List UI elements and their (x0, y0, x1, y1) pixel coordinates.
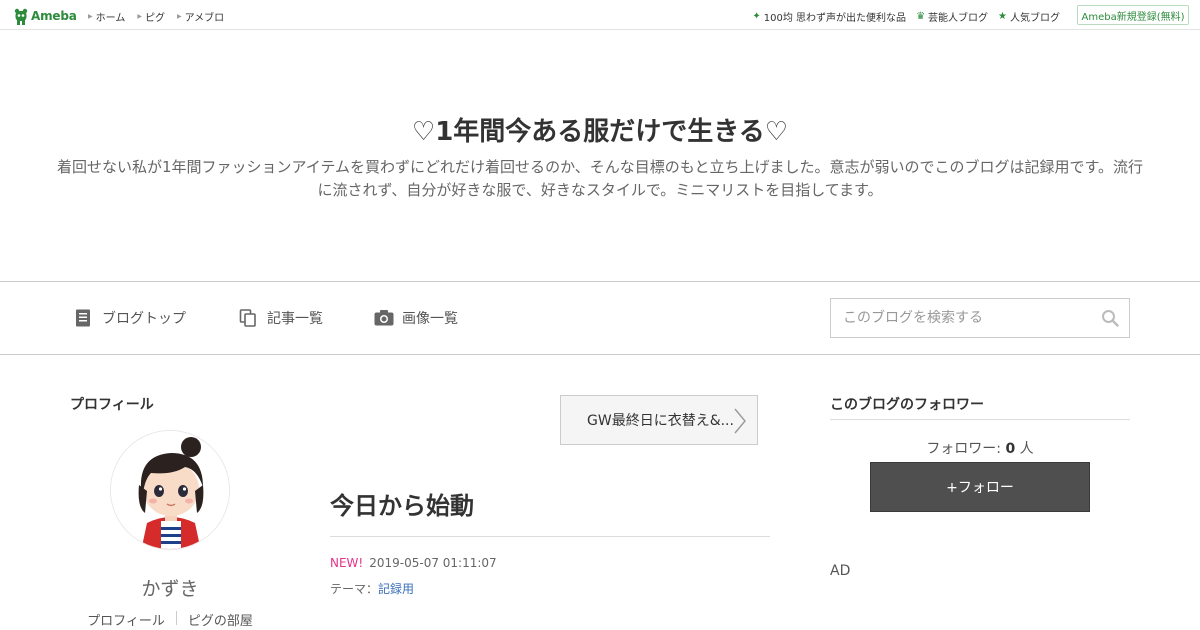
pigg-room-link[interactable]: ピグの部屋 (188, 610, 253, 629)
blog-search-input[interactable] (831, 299, 1091, 337)
theme-prefix: テーマ： (330, 582, 379, 596)
global-nav-label: ピグ (144, 13, 165, 24)
profile-link[interactable]: プロフィール (87, 610, 165, 629)
triangle-right-icon: ▶ (176, 13, 182, 20)
new-badge: NEW! (330, 556, 364, 570)
next-entry-button[interactable]: GW最終日に衣替え&... (560, 395, 758, 445)
nav-image-list[interactable]: 画像一覧 (374, 308, 458, 328)
follower-count-suffix: 人 (1015, 441, 1034, 457)
divider (830, 419, 1130, 420)
avatar[interactable] (110, 430, 230, 550)
ameba-logo[interactable]: Ameba (14, 7, 77, 25)
global-nav-label: アメブロ (184, 13, 225, 24)
blog-search-box (830, 298, 1130, 338)
theme-link[interactable]: 記録用 (378, 582, 414, 596)
featured-link-label: 芸能人ブログ (928, 13, 989, 24)
followers-section-title: このブログのフォロワー (830, 397, 984, 413)
nav-label: 画像一覧 (402, 311, 458, 327)
global-nav-label: ホーム (95, 13, 126, 24)
nav-label: ブログトップ (102, 311, 186, 327)
logo-text: Ameba (31, 9, 77, 23)
nav-label: 記事一覧 (267, 311, 323, 327)
featured-link-label: 100均 思わず声が出た便利な品 (763, 13, 907, 24)
featured-link-celebrity-blog[interactable]: ♛ 芸能人ブログ (916, 9, 988, 24)
featured-link-label: 人気ブログ (1010, 13, 1060, 24)
blog-description: 着回せない私が1年間ファッションアイテムを買わずにどれだけ着回せるのか、そんな目… (57, 158, 1143, 199)
ad-label: AD (830, 563, 851, 579)
featured-links: ✦ 100均 思わず声が出た便利な品 ♛ 芸能人ブログ ★ 人気ブログ (742, 9, 1060, 24)
triangle-right-icon: ▶ (137, 13, 142, 20)
blog-title[interactable]: ♡1年間今ある服だけで生きる♡ (0, 111, 1200, 148)
global-nav-ameblo[interactable]: ▶ アメブロ (177, 9, 224, 24)
next-entry-label: GW最終日に衣替え&... (587, 413, 734, 429)
entry-title[interactable]: 今日から始動 (330, 486, 474, 521)
blog-header: ♡1年間今ある服だけで生きる♡ 着回せない私が1年間ファッションアイテムを買わず… (0, 30, 1200, 282)
profile-section-title: プロフィール (70, 397, 154, 413)
entry-datetime: 2019-05-07 01:11:07 (369, 556, 497, 570)
crown-icon: ♛ (916, 11, 926, 22)
follower-count-value: 0 (1005, 441, 1016, 457)
entry-theme: テーマ：記録用 (330, 580, 414, 597)
star-icon: ★ (998, 11, 1007, 22)
camera-icon (374, 309, 394, 327)
divider (175, 611, 177, 625)
register-button[interactable]: Ameba新規登録(無料) (1077, 5, 1189, 25)
triangle-right-icon: ▶ (88, 13, 93, 20)
entry-meta: NEW! 2019-05-07 01:11:07 (330, 556, 497, 570)
document-icon (74, 309, 92, 327)
featured-link-100yen[interactable]: ✦ 100均 思わず声が出た便利な品 (752, 9, 906, 24)
chevron-right-icon (733, 408, 747, 434)
featured-link-popular-blog[interactable]: ★ 人気ブログ (998, 9, 1060, 24)
blog-nav: ブログトップ 記事一覧 画像一覧 (0, 282, 1200, 355)
ameba-header: Ameba ▶ ホーム ▶ ピグ ▶ アメブロ ✦ 100均 思わず声が出た便利な品 ♛… (0, 0, 1200, 30)
global-nav-pigg[interactable]: ▶ ピグ (137, 9, 165, 24)
profile-links: プロフィール ピグの部屋 (70, 610, 270, 629)
sparkle-icon: ✦ (752, 11, 761, 22)
search-icon[interactable] (1101, 309, 1119, 327)
nav-blog-top[interactable]: ブログトップ (74, 308, 186, 328)
copy-pages-icon (239, 309, 257, 327)
divider (330, 536, 770, 537)
nickname[interactable]: かずき (70, 574, 270, 601)
global-nav-home[interactable]: ▶ ホーム (88, 9, 125, 24)
ameba-mascot-icon (14, 8, 28, 25)
follower-count-prefix: フォロワー: (926, 441, 1006, 457)
follow-button[interactable]: +フォロー (870, 462, 1090, 512)
global-nav: ▶ ホーム ▶ ピグ ▶ アメブロ (88, 9, 236, 24)
nav-entry-list[interactable]: 記事一覧 (239, 308, 323, 328)
follower-count: フォロワー: 0 人 (830, 438, 1130, 458)
